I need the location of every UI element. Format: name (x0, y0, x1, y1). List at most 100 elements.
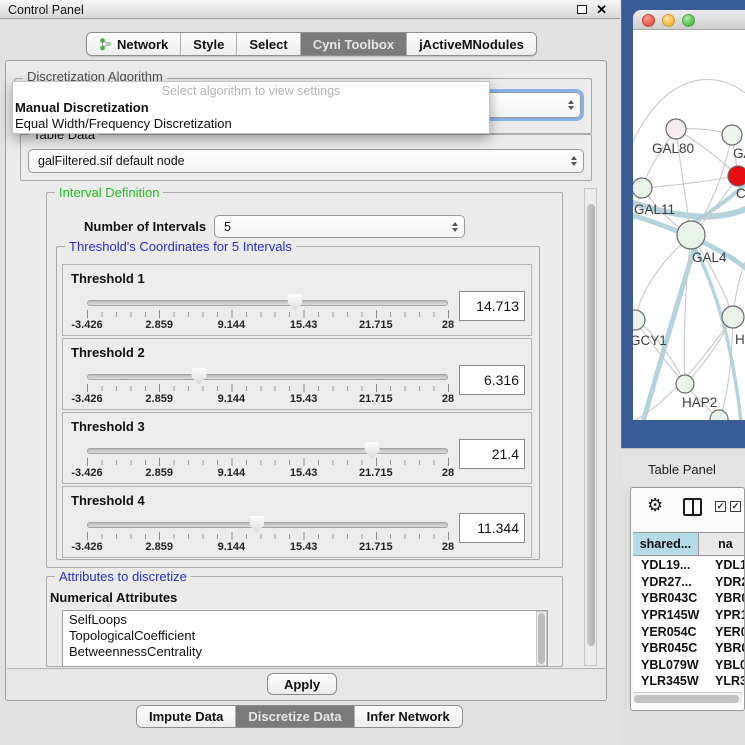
control-panel-title: Control Panel (8, 3, 84, 17)
attributes-list-scrollbar[interactable] (536, 611, 547, 666)
slider-track[interactable] (87, 374, 448, 380)
cell-name: YBR0 (706, 591, 745, 605)
tick-label: 9.144 (218, 467, 246, 479)
column-header-shared-name[interactable]: shared... (633, 533, 699, 555)
slider-area: -3.4262.8599.14415.4321.71528 (87, 519, 449, 555)
float-window-icon[interactable] (577, 5, 587, 14)
network-node[interactable] (710, 410, 728, 420)
cell-shared-name: YDL19... (633, 558, 706, 572)
tick-label: 15.43 (290, 319, 318, 331)
tab-infer-network[interactable]: Infer Network (354, 706, 462, 727)
tab-style[interactable]: Style (180, 33, 236, 55)
network-node-gal80[interactable] (666, 119, 686, 139)
slider-track[interactable] (87, 522, 448, 528)
node-table: shared... na YDL19...YDL1YDR27...YDR2YBR… (633, 532, 745, 688)
checkbox-icon[interactable]: ✓ (715, 501, 726, 512)
panel-vertical-scrollbar[interactable] (584, 188, 597, 666)
tick-label: 28 (442, 467, 454, 479)
network-node-c[interactable] (728, 166, 745, 186)
table-panel-titlebar: Table Panel (621, 448, 745, 486)
tab-network[interactable]: Network (87, 33, 180, 55)
attribute-item-betweennesscentrality[interactable]: BetweennessCentrality (69, 644, 547, 660)
mac-close-button[interactable] (642, 14, 655, 27)
threshold-value-field[interactable]: 11.344 (459, 513, 525, 543)
table-data-combo-value: galFiltered.sif default node (38, 154, 185, 168)
tick-label: 21.715 (359, 393, 393, 405)
slider-thumb[interactable] (249, 516, 264, 533)
apply-button[interactable]: Apply (267, 673, 337, 695)
threshold-panel-1: Threshold 1-3.4262.8599.14415.4321.71528… (62, 264, 532, 336)
table-row[interactable]: YPR145WYPR1 (633, 607, 745, 624)
tab-impute-data[interactable]: Impute Data (137, 706, 235, 727)
tick-label: -3.426 (71, 541, 102, 553)
tick-label: 15.43 (290, 393, 318, 405)
table-row[interactable]: YLR345WYLR3 (633, 673, 745, 688)
stepper-icon (568, 100, 574, 110)
network-node-h[interactable] (722, 306, 744, 328)
table-row[interactable]: YER054CYER0 (633, 623, 745, 640)
network-window-titlebar (633, 10, 745, 30)
threshold-value-field[interactable]: 14.713 (459, 291, 525, 321)
network-canvas[interactable]: GAL80GACGAL11GAL4GCY1HHAP2 (633, 30, 745, 420)
table-row[interactable]: YBR045CYBR0 (633, 640, 745, 657)
table-toolbar: ⚙ ✓ ✓ (631, 488, 744, 526)
network-node-gcy1[interactable] (633, 310, 645, 330)
tab-label: jActiveMNodules (419, 37, 524, 52)
mac-zoom-button[interactable] (682, 14, 695, 27)
close-icon[interactable]: ✕ (596, 2, 607, 18)
tab-label: Discretize Data (248, 709, 341, 724)
slider-track[interactable] (87, 300, 448, 306)
num-intervals-label: Number of Intervals (84, 219, 206, 234)
threshold-value-field[interactable]: 21.4 (459, 439, 525, 469)
tab-jactivemnodules[interactable]: jActiveMNodules (406, 33, 536, 55)
cell-shared-name: YPR145W (633, 608, 706, 622)
dropdown-option-equal-width[interactable]: Equal Width/Frequency Discretization (13, 116, 489, 132)
table-data-combo[interactable]: galFiltered.sif default node (28, 149, 584, 173)
table-row[interactable]: YDL19...YDL1 (633, 557, 745, 574)
checkbox-icon[interactable]: ✓ (730, 501, 741, 512)
tab-discretize-data[interactable]: Discretize Data (235, 706, 353, 727)
column-header-name[interactable]: na (699, 533, 745, 555)
dropdown-option-manual[interactable]: Manual Discretization (13, 100, 489, 116)
threshold-panel-3: Threshold 3-3.4262.8599.14415.4321.71528… (62, 412, 532, 484)
slider-thumb[interactable] (365, 442, 380, 459)
table-row[interactable]: YBL079WYBL0 (633, 657, 745, 674)
tab-select[interactable]: Select (236, 33, 299, 55)
network-node-ga[interactable] (722, 125, 742, 145)
network-node-gal4[interactable] (677, 221, 705, 249)
table-panel-title: Table Panel (648, 462, 716, 477)
numerical-attributes-list[interactable]: SelfLoopsTopologicalCoefficientBetweenne… (62, 610, 548, 667)
network-node-gal11[interactable] (633, 178, 652, 198)
slider-major-ticks (87, 384, 449, 392)
tab-cyni-toolbox[interactable]: Cyni Toolbox (300, 33, 406, 55)
tab-label: Network (117, 37, 168, 52)
attribute-item-topologicalcoefficient[interactable]: TopologicalCoefficient (69, 628, 547, 644)
threshold-panel-2: Threshold 2-3.4262.8599.14415.4321.71528… (62, 338, 532, 410)
slider-tick-labels: -3.4262.8599.14415.4321.71528 (87, 319, 449, 332)
mac-minimize-button[interactable] (662, 14, 675, 27)
table-horizontal-scrollbar[interactable] (633, 692, 742, 703)
node-label: GAL11 (634, 202, 675, 217)
split-pane-icon[interactable] (683, 498, 702, 516)
table-row[interactable]: YDR27...YDR2 (633, 574, 745, 591)
tick-label: -3.426 (71, 393, 102, 405)
threshold-value-field[interactable]: 6.316 (459, 365, 525, 395)
tab-label: Style (193, 37, 224, 52)
gear-icon[interactable]: ⚙ (647, 495, 663, 516)
attribute-item-selfloops[interactable]: SelfLoops (69, 612, 547, 628)
tick-label: 28 (442, 393, 454, 405)
slider-thumb[interactable] (288, 294, 303, 311)
tab-label: Infer Network (367, 709, 450, 724)
slider-track[interactable] (87, 448, 448, 454)
network-node-hap2[interactable] (676, 375, 694, 393)
control-panel-titlebar: Control Panel ✕ (0, 0, 620, 19)
num-intervals-combo[interactable]: 5 (214, 215, 465, 238)
tick-label: 2.859 (145, 467, 173, 479)
threshold-label: Threshold 2 (71, 345, 145, 360)
numerical-attributes-label: Numerical Attributes (50, 590, 177, 605)
tab-label: Select (249, 37, 287, 52)
slider-major-ticks (87, 532, 449, 540)
table-row[interactable]: YBR043CYBR0 (633, 590, 745, 607)
slider-thumb[interactable] (191, 368, 206, 385)
slider-tick-labels: -3.4262.8599.14415.4321.71528 (87, 393, 449, 406)
